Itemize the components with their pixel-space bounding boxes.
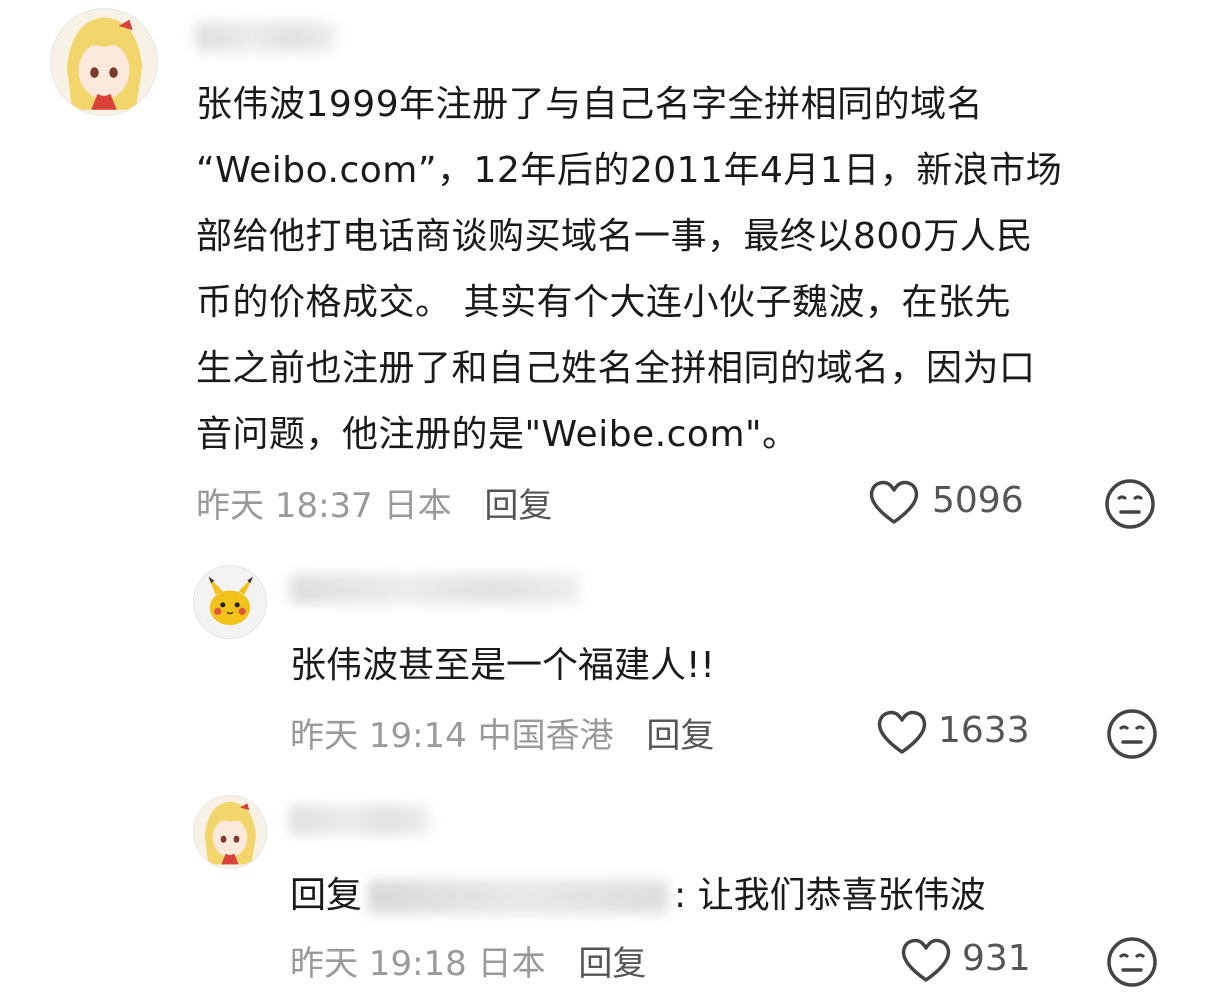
- neutral-face-icon: [1107, 937, 1157, 987]
- avatar-anime-girl[interactable]: [193, 795, 267, 869]
- comment-meta: 昨天 18:37 日本 回复: [196, 478, 552, 527]
- anime-avatar-icon: [194, 796, 266, 868]
- comment-location: 中国香港: [477, 716, 614, 756]
- reply-comment-text: 张伟波甚至是一个福建人!!: [290, 645, 715, 686]
- username-blurred[interactable]: [196, 22, 336, 52]
- comment-location: 日本: [383, 486, 452, 526]
- pikachu-avatar-icon: [194, 566, 266, 638]
- heart-outline-icon: [869, 480, 919, 524]
- comment-time: 昨天 19:18: [290, 944, 467, 984]
- mentioned-user-blurred[interactable]: [368, 880, 669, 914]
- avatar-anime-girl[interactable]: [50, 8, 158, 116]
- heart-outline-icon: [877, 710, 927, 754]
- reply-button[interactable]: 回复: [646, 716, 714, 756]
- comment-time: 昨天 19:14: [290, 716, 467, 756]
- emoji-reaction-button[interactable]: [1104, 478, 1156, 530]
- comment-line: 币的价格成交。 其实有个大连小伙子魏波，在张先: [196, 282, 1011, 323]
- emoji-reaction-button[interactable]: [1106, 708, 1158, 760]
- reply-button[interactable]: 回复: [484, 486, 552, 526]
- comment-location: 日本: [477, 944, 546, 984]
- comment-meta: 昨天 19:14 中国香港 回复: [290, 708, 714, 757]
- like-count: 5096: [932, 480, 1024, 521]
- username-blurred[interactable]: [290, 805, 430, 835]
- reply-button[interactable]: 回复: [578, 944, 646, 984]
- comment-line: 生之前也注册了和自己姓名全拼相同的域名，因为口: [196, 348, 1036, 389]
- neutral-face-icon: [1107, 709, 1157, 759]
- username-blurred[interactable]: [290, 574, 580, 604]
- like-button[interactable]: [900, 936, 952, 984]
- anime-avatar-icon: [51, 9, 157, 115]
- reply-body: : 让我们恭喜张伟波: [674, 875, 986, 916]
- reply-comment-text: 回复 : 让我们恭喜张伟波: [290, 866, 986, 918]
- comment-meta: 昨天 19:18 日本 回复: [290, 936, 646, 985]
- like-button[interactable]: [876, 708, 928, 756]
- comment-line: 张伟波1999年注册了与自己名字全拼相同的域名: [196, 84, 984, 125]
- avatar-pikachu[interactable]: [193, 565, 267, 639]
- emoji-reaction-button[interactable]: [1106, 936, 1158, 988]
- comment-time: 昨天 18:37: [196, 486, 373, 526]
- like-count: 931: [962, 938, 1031, 979]
- neutral-face-icon: [1105, 479, 1155, 529]
- comment-line: 部给他打电话商谈购买域名一事，最终以800万人民: [196, 216, 1033, 257]
- comment-body: 张伟波1999年注册了与自己名字全拼相同的域名 “Weibo.com”，12年后…: [196, 72, 1176, 468]
- heart-outline-icon: [901, 938, 951, 982]
- like-count: 1633: [938, 710, 1030, 751]
- reply-prefix: 回复: [290, 875, 363, 916]
- like-button[interactable]: [868, 478, 920, 526]
- comment-line: “Weibo.com”，12年后的2011年4月1日，新浪市场: [196, 150, 1063, 191]
- comment-line: 音问题，他注册的是"Weibe.com"。: [196, 414, 799, 455]
